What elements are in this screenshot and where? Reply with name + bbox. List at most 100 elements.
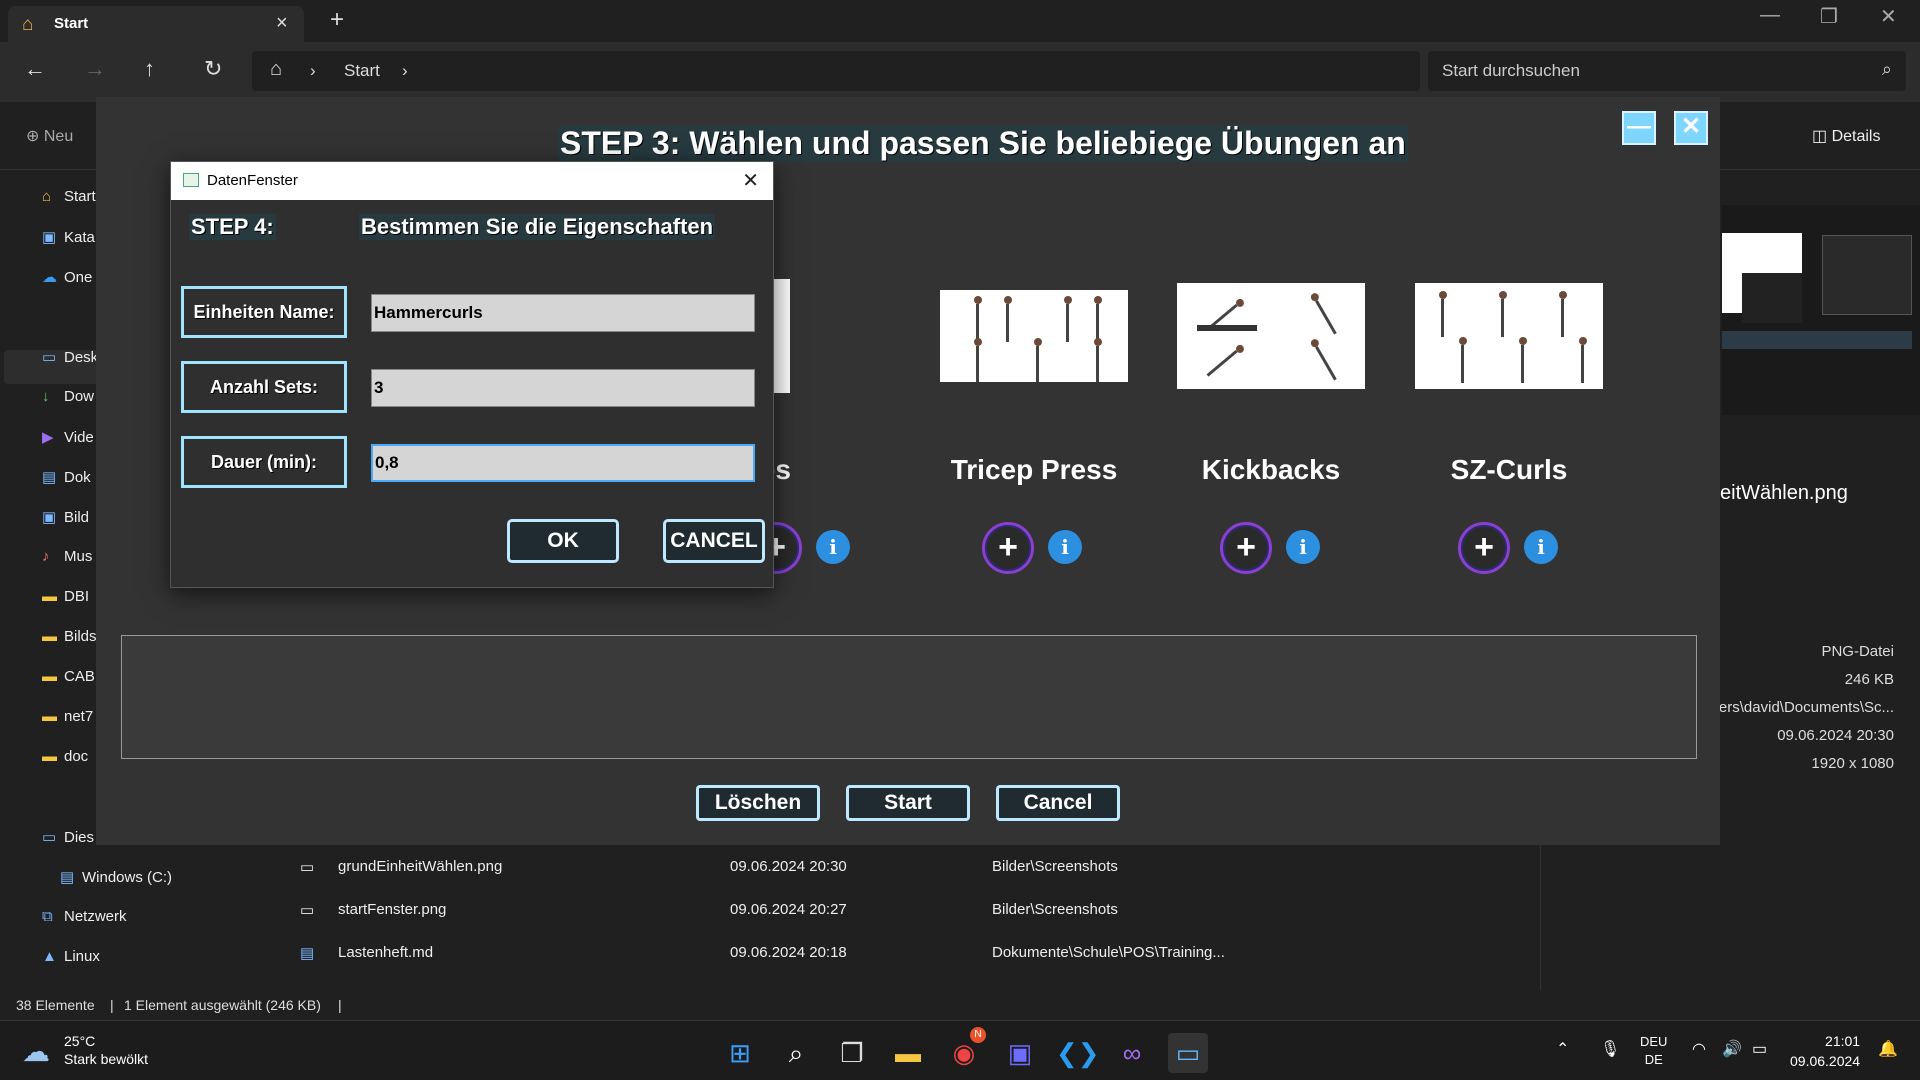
dialog-close-icon[interactable]: ✕ (742, 168, 759, 193)
sidebar-item-label: Dow (64, 388, 95, 405)
sidebar-item[interactable]: ▤ Windows (C:) (60, 868, 172, 894)
cloud-icon: ☁ (42, 269, 57, 286)
sidebar-item[interactable]: ▬ net7 (42, 708, 93, 734)
sidebar-item[interactable]: ▭ Dies (42, 828, 94, 854)
info-kickbacks-button[interactable]: i (1286, 530, 1320, 564)
music-icon: ♪ (42, 548, 50, 565)
plus-icon: + (1236, 528, 1256, 566)
sidebar-item[interactable]: ▬ CAB (42, 668, 95, 694)
chevron-up-icon[interactable]: ⌃ (1556, 1039, 1569, 1059)
sidebar-item[interactable]: ▤ Dok (42, 468, 91, 494)
step3-title: STEP 3: Wählen und passen Sie beliebiege… (558, 125, 1408, 162)
address-bar[interactable]: ⌂ › Start › (252, 51, 1420, 91)
sidebar-item[interactable]: ⌂ Start (42, 188, 96, 214)
sidebar-item[interactable]: ▣ Kata (42, 228, 95, 254)
sidebar-item-label: Dies (64, 829, 95, 846)
file-location: Dokumente\Schule\POS\Training... (992, 944, 1225, 961)
start-windows-icon[interactable]: ⊞ (720, 1033, 760, 1073)
linux-icon: ▲ (42, 948, 57, 965)
clock[interactable]: 21:01 09.06.2024 (1790, 1031, 1860, 1071)
delete-button[interactable]: Löschen (696, 785, 820, 821)
sidebar-item[interactable]: ▲ Linux (42, 948, 100, 974)
sidebar-item[interactable]: ⧉ Netzwerk (42, 908, 127, 934)
unit-name-input[interactable] (371, 294, 755, 332)
sidebar-item[interactable]: ↓ Dow (42, 388, 94, 414)
new-label: Neu (43, 128, 74, 145)
info-sz-curls-button[interactable]: i (1524, 530, 1558, 564)
sidebar-item[interactable]: ▭ Desk (42, 348, 98, 374)
clock-time: 21:01 (1825, 1033, 1861, 1049)
sidebar-item[interactable]: ▬ doc (42, 748, 88, 774)
new-button[interactable]: ⊕ Neu (26, 126, 73, 146)
teams-icon[interactable]: ▣ (1000, 1033, 1040, 1073)
start-button[interactable]: Start (846, 785, 970, 821)
sidebar-item[interactable]: ▣ Bild (42, 508, 89, 534)
details-button[interactable]: ◫ Details (1812, 126, 1880, 146)
duration-input[interactable] (371, 444, 755, 482)
info-tricep-press-button[interactable]: i (1048, 530, 1082, 564)
wifi-icon[interactable]: ◠ (1692, 1039, 1706, 1059)
dialog-titlebar[interactable]: DatenFenster ✕ (171, 162, 773, 200)
search-icon: ⌕ (1881, 59, 1892, 79)
refresh-icon[interactable]: ↻ (204, 56, 222, 82)
ok-button[interactable]: OK (507, 519, 619, 563)
sets-input[interactable] (371, 369, 755, 407)
pc-icon: ▭ (42, 829, 57, 846)
restore-window-button[interactable]: ❐ (1820, 4, 1838, 29)
navigation-bar: ← → ↑ ↻ ⌂ › Start › Start durchsuchen ⌕ (0, 42, 1920, 102)
back-arrow-icon[interactable]: ← (24, 56, 46, 82)
microphone-icon[interactable]: 🎙 (1600, 1039, 1620, 1059)
new-tab-button[interactable]: + (330, 6, 344, 34)
home-icon: ⌂ (42, 188, 52, 205)
chrome-icon[interactable]: ◉ N (944, 1027, 986, 1073)
file-date: 09.06.2024 20:18 (730, 944, 847, 961)
visual-studio-icon[interactable]: ∞ (1112, 1033, 1152, 1073)
add-exercise-sz-curls-button[interactable]: + (1458, 522, 1510, 574)
desktop-icon: ▭ (42, 349, 57, 366)
file-explorer-icon[interactable]: ▬ (888, 1033, 928, 1073)
info-pushups-button[interactable]: i (816, 530, 850, 564)
vscode-icon[interactable]: ❮❯ (1056, 1033, 1100, 1073)
add-exercise-tricep-press-button[interactable]: + (982, 522, 1034, 574)
breadcrumb-start[interactable]: Start (344, 61, 380, 81)
info-icon: i (1061, 535, 1069, 559)
search-icon[interactable]: ⌕ (776, 1033, 816, 1073)
up-arrow-icon[interactable]: ↑ (144, 56, 155, 82)
sidebar-item-label: CAB (64, 668, 95, 685)
notification-bell-icon[interactable]: 🔔 (1878, 1039, 1898, 1059)
exercise-image-tricep-press (940, 290, 1128, 382)
app-window-icon[interactable]: ▭ (1168, 1033, 1208, 1073)
sidebar-item[interactable]: ▬ Bilds (42, 628, 97, 654)
task-view-icon[interactable]: ❐ (832, 1033, 872, 1073)
folder-icon: ▬ (42, 588, 57, 605)
selected-exercises-panel[interactable] (121, 635, 1697, 759)
close-tab-icon[interactable]: × (276, 12, 288, 35)
forward-arrow-icon[interactable]: → (84, 56, 106, 82)
sidebar-item[interactable]: ♪ Mus (42, 548, 92, 574)
exercise-name-tricep-press: Tricep Press (950, 454, 1118, 485)
battery-icon[interactable]: ▭ (1752, 1039, 1767, 1059)
video-icon: ▶ (42, 429, 54, 446)
minimize-window-button[interactable]: — (1760, 4, 1780, 27)
sidebar-item[interactable]: ☁ One (42, 268, 92, 294)
sidebar-item[interactable]: ▶ Vide (42, 428, 94, 454)
cancel-button[interactable]: Cancel (996, 785, 1120, 821)
close-window-button[interactable]: ✕ (1880, 4, 1897, 29)
gallery-icon: ▣ (42, 229, 57, 246)
app-minimize-button[interactable]: — (1622, 111, 1656, 145)
sidebar-item-label: Windows (C:) (82, 869, 173, 886)
volume-icon[interactable]: 🔊 (1722, 1039, 1742, 1059)
add-exercise-kickbacks-button[interactable]: + (1220, 522, 1272, 574)
dialog-cancel-button[interactable]: CANCEL (663, 519, 765, 563)
chevron-right-icon[interactable]: › (402, 61, 408, 81)
folder-icon: ▬ (42, 748, 57, 765)
details-size: 246 KB (1844, 671, 1894, 688)
folder-icon: ▬ (42, 708, 57, 725)
tab-start[interactable]: ⌂ Start × (8, 6, 304, 42)
search-input[interactable]: Start durchsuchen ⌕ (1428, 51, 1906, 91)
language-indicator[interactable]: DEU DE (1640, 1033, 1667, 1069)
app-close-button[interactable]: ✕ (1674, 111, 1708, 145)
sidebar-item[interactable]: ▬ DBI (42, 588, 89, 614)
details-date: 09.06.2024 20:30 (1777, 727, 1894, 744)
info-icon: i (1299, 535, 1307, 559)
